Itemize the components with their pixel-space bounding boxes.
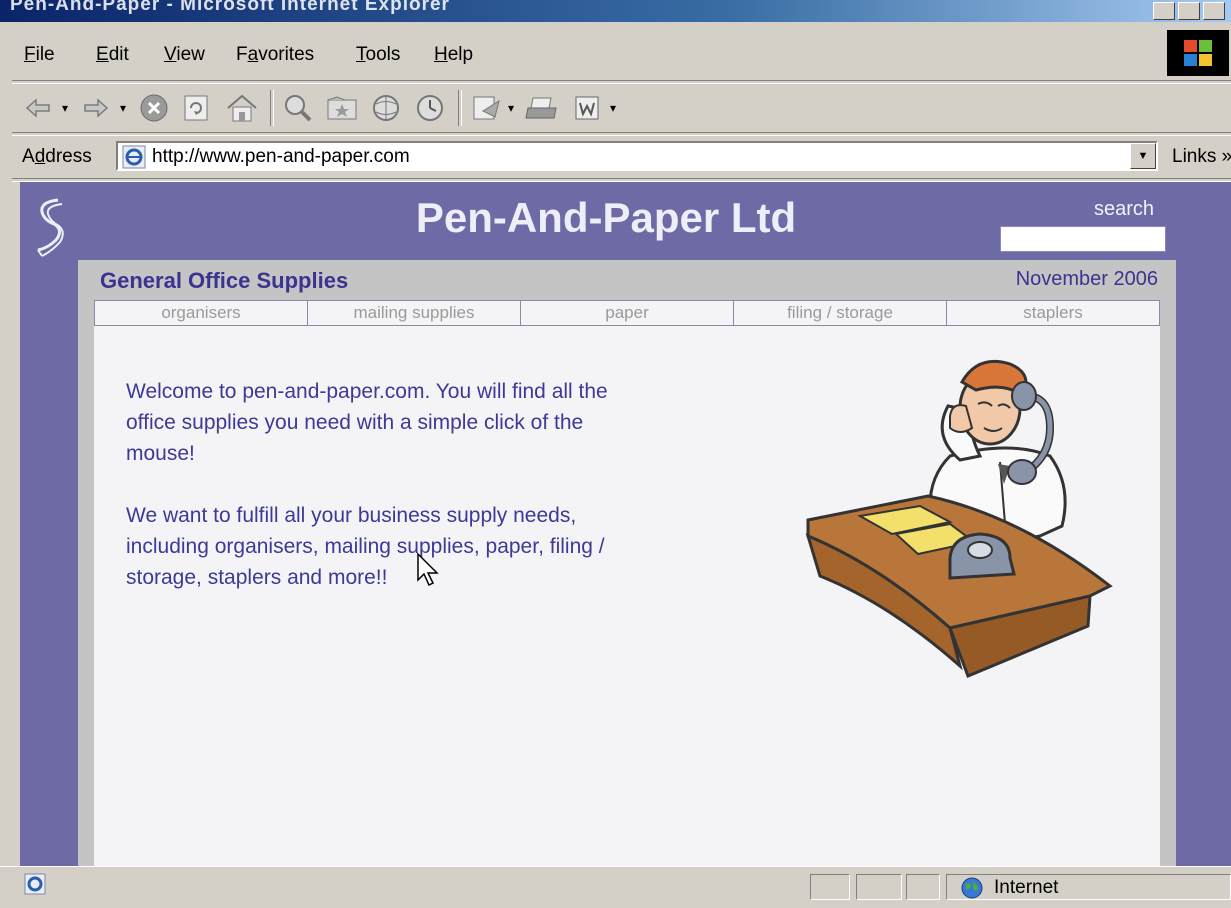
security-zone-label: Internet [994,877,1059,898]
search-icon[interactable] [278,90,318,126]
back-icon[interactable] [22,90,54,126]
main-panel: Welcome to pen-and-paper.com. You will f… [94,326,1160,866]
history-icon[interactable] [410,90,450,126]
section-title: General Office Supplies [100,268,349,293]
media-icon[interactable] [366,90,406,126]
menu-view[interactable]: View [164,44,205,66]
status-bar: Internet [0,866,1231,908]
links-chevron-icon: » [1222,146,1231,167]
refresh-icon[interactable] [178,90,214,126]
maximize-button[interactable] [1178,2,1200,20]
supplies-paragraph: We want to fulfill all your business sup… [126,504,605,589]
address-dropdown-icon[interactable]: ▼ [1130,143,1156,169]
page-status-icon [24,873,46,895]
menu-tools[interactable]: Tools [356,44,400,66]
stop-icon[interactable] [136,90,172,126]
address-label: Address [22,146,92,167]
window-frame-left [0,22,12,882]
status-pane [810,874,850,900]
print-icon[interactable] [522,90,562,126]
zone-pane [946,874,1231,900]
minimize-button[interactable] [1153,2,1175,20]
businessman-at-desk-illustration [805,359,1113,678]
internet-globe-icon [961,877,983,899]
toolbar-separator [458,90,462,126]
issue-date: November 2006 [1015,268,1158,290]
mouse-pointer-icon [417,552,439,587]
search-label: search [1094,198,1155,220]
page-viewport: Pen-And-Paper Ltd search General Office … [20,182,1231,866]
status-pane [856,874,902,900]
menu-help[interactable]: Help [434,44,473,66]
ie-page-icon [122,145,146,169]
edit-dropdown-icon[interactable]: ▾ [606,90,620,126]
content-frame: General Office Supplies November 2006 or… [78,260,1176,866]
word-edit-icon[interactable] [570,90,604,126]
menu-favorites[interactable]: Favorites [236,44,314,66]
window-title-bar: Pen-And-Paper - Microsoft Internet Explo… [0,0,1231,22]
back-dropdown-icon[interactable]: ▾ [58,90,72,126]
nav-paper[interactable]: paper [521,301,734,325]
nav-organisers[interactable]: organisers [95,301,308,325]
mail-icon[interactable] [468,90,504,126]
links-button[interactable]: Links » [1172,146,1231,168]
address-input[interactable]: http://www.pen-and-paper.com ▼ [116,141,1158,171]
menu-file[interactable]: File [24,44,55,66]
search-input[interactable] [1000,226,1166,252]
close-button[interactable] [1203,2,1225,20]
toolbar-separator [270,90,274,126]
nav-filing-storage[interactable]: filing / storage [734,301,947,325]
address-url: http://www.pen-and-paper.com [152,146,410,167]
forward-icon[interactable] [80,90,112,126]
welcome-paragraph: Welcome to pen-and-paper.com. You will f… [126,380,608,465]
menu-edit[interactable]: Edit [96,44,129,66]
category-nav: organisers mailing supplies paper filing… [94,300,1160,326]
nav-mailing-supplies[interactable]: mailing supplies [308,301,521,325]
nav-staplers[interactable]: staplers [947,301,1159,325]
windows-logo-icon [1167,30,1229,76]
forward-dropdown-icon[interactable]: ▾ [116,90,130,126]
mail-dropdown-icon[interactable]: ▾ [504,90,518,126]
menu-bar: File Edit View Favorites Tools Help [12,30,1231,80]
window-title: Pen-And-Paper - Microsoft Internet Explo… [10,0,450,15]
standard-toolbar: ▾ ▾ ▾ ▾ [12,84,1231,132]
home-icon[interactable] [222,90,262,126]
address-bar: Address http://www.pen-and-paper.com ▼ L… [12,136,1231,176]
status-pane [906,874,940,900]
favorites-icon[interactable] [322,90,362,126]
